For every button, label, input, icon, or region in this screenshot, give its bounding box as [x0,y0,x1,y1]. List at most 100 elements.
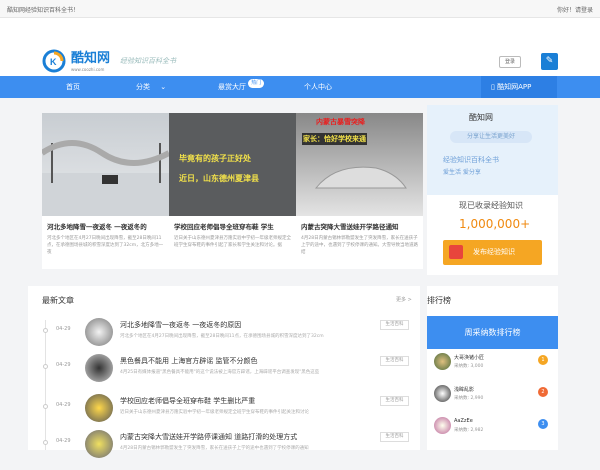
nav-app-button[interactable]: ▯ 酷知网APP [481,76,557,98]
site-info-motto: 爱生活 爱分享 [443,169,481,176]
card-image-caption: 毕竟有的孩子正好处 [179,154,251,163]
login-button[interactable]: 登录 [499,56,521,68]
snowy-car-image [314,166,407,189]
article-date: 04-29 [56,326,71,332]
article-tag[interactable]: 生活百科 [380,320,409,330]
ranking-panel: 排行榜 周采纳数排行榜 大哥涣锗小匠 采纳数: 3,000 1 浅眸乱影 采纳数… [427,286,558,450]
edit-button[interactable]: ✎ [541,53,558,70]
timeline-dot [43,440,48,445]
article-desc: 4月28日内蒙古锡林郭勒盟发生了突发降雪，家长在送孩子上学的途中也遇到了学校停课… [120,446,309,451]
timeline-dot [43,404,48,409]
article-title[interactable]: 河北多地降雪一夜返冬 一夜返冬的原因 [120,320,380,330]
ranking-heading: 排行榜 [427,296,451,305]
site-info-head: 酷知网 分享让生活更美好 经验知识百科全书 爱生活 爱分享 [427,105,558,195]
featured-card[interactable]: 内蒙古暴雪突降 家长：恰好学校来通 内蒙古突降大雪送娃开学路径通知 4月28日内… [296,113,423,269]
user-score: 采纳数: 2,982 [454,428,484,433]
featured-cards: 河北多地降雪一夜返冬 一夜返冬的 河北多个地区在4月27日晚间出现降雪，截至28… [42,113,423,269]
article-title[interactable]: 内蒙古突降大雪送娃开学路停课通知 道路打滑的处理方式 [120,432,380,442]
article-desc: 河北多个地区在4月27日晚间出现降雪，截至28日晚间11点，在承德围场县城的积雪… [120,334,324,339]
article-thumb[interactable] [85,394,113,422]
snowy-road-image [42,140,169,216]
hot-badge: 热门 [248,79,265,88]
top-bar-login-link[interactable]: 你好！请登录 [557,5,593,14]
card-image: 内蒙古暴雪突降 家长：恰好学校来通 [296,113,423,216]
user-name[interactable]: 浅眸乱影 [454,386,474,393]
article-date: 04-29 [56,362,71,368]
nav-category-label: 分类 [136,83,150,91]
main-nav: 首页 分类 ⌄ 悬赏大厅 热门 个人中心 ▯ 酷知网APP [0,76,600,98]
logo-url: www.coozhi.com [71,67,105,72]
logo-name[interactable]: 酷知网 [71,47,110,66]
site-info-title: 酷知网 [469,113,493,122]
publish-label: 发布经验知识 [473,248,515,256]
article-title[interactable]: 学校回应老师倡导全班穿布鞋 学生删比严重 [120,396,380,406]
article-thumb[interactable] [85,354,113,382]
nav-home[interactable]: 首页 [66,76,80,98]
card-image-caption: 近日，山东德州夏津县 [179,174,259,183]
article-tag[interactable]: 生活百科 [380,432,409,442]
logo-icon[interactable]: K [42,49,66,73]
avatar[interactable] [434,385,451,402]
ranking-user[interactable]: AaZzEe 采纳数: 2,982 3 [427,414,558,444]
card-title[interactable]: 内蒙古突降大雪送娃开学路径通知 [296,216,423,231]
timeline-dot [43,328,48,333]
timeline-dot [43,364,48,369]
featured-card[interactable]: 毕竟有的孩子正好处 近日，山东德州夏津县 学校回应老师倡导全班穿布鞋 学生 近日… [169,113,296,269]
medal-icon: 2 [538,387,548,397]
card-image: 毕竟有的孩子正好处 近日，山东德州夏津县 [169,113,296,216]
card-title[interactable]: 河北多地降雪一夜返冬 一夜返冬的 [42,216,169,231]
nav-profile[interactable]: 个人中心 [304,76,332,98]
nav-category[interactable]: 分类 ⌄ [136,76,166,98]
article-item[interactable]: 04-29 黑色餐具不能用 上海官方辟谣 监管不分颜色 4月25日有媒体报道"黑… [28,354,420,394]
article-thumb[interactable] [85,430,113,458]
ranking-user[interactable]: 浅眸乱影 采纳数: 2,990 2 [427,382,558,412]
card-desc: 近日关于山东德州夏津县万隆实验中学初一年级老师规定全班学生穿布鞋的事件引起了家长… [174,236,291,248]
article-tag[interactable]: 生活百科 [380,396,409,406]
nav-reward-hall[interactable]: 悬赏大厅 热门 [218,76,265,98]
medal-icon: 1 [538,355,548,365]
article-desc: 4月25日有媒体报道"黑色餐具不能用"的这个说法被上海官方辟谣，上海辟谣平台调查… [120,370,320,375]
publish-icon [449,245,463,259]
latest-articles: 最新文章 更多 > 04-29 河北多地降雪一夜返冬 一夜返冬的原因 河北多个地… [28,286,420,458]
nav-app-label: 酷知网APP [497,83,532,91]
latest-heading: 最新文章 [42,296,74,305]
site-info-panel: 酷知网 分享让生活更美好 经验知识百科全书 爱生活 爱分享 现已收录经验知识 1… [427,105,558,275]
svg-text:K: K [50,57,57,67]
header-slogan: 经验知识百科全书 [120,57,176,65]
user-score: 采纳数: 2,990 [454,396,484,401]
article-date: 04-29 [56,402,71,408]
phone-icon: ▯ [491,83,495,91]
article-title[interactable]: 黑色餐具不能用 上海官方辟谣 监管不分颜色 [120,356,380,366]
pencil-icon: ✎ [545,56,554,66]
avatar[interactable] [434,353,451,370]
article-item[interactable]: 04-29 河北多地降雪一夜返冬 一夜返冬的原因 河北多个地区在4月27日晚间出… [28,318,420,358]
card-image [42,113,169,216]
user-name[interactable]: AaZzEe [454,418,473,424]
article-item[interactable]: 04-29 学校回应老师倡导全班穿布鞋 学生删比严重 近日关于山东德州夏津县万隆… [28,394,420,434]
user-name[interactable]: 大哥涣锗小匠 [454,354,484,361]
article-item[interactable]: 04-29 内蒙古突降大雪送娃开学路停课通知 道路打滑的处理方式 4月28日内蒙… [28,430,420,470]
nav-reward-label: 悬赏大厅 [218,83,246,91]
collected-count: 1,000,000+ [459,217,531,231]
header: K 酷知网 www.coozhi.com 经验知识百科全书 登录 ✎ [0,18,600,76]
weekly-ranking-banner: 周采纳数排行榜 [427,316,558,349]
article-tag[interactable]: 生活百科 [380,356,409,366]
article-desc: 近日关于山东德州夏津县万隆实验中学初一年级老师规定全班学生穿布鞋的事件引起关注和… [120,410,309,415]
chevron-down-icon: ⌄ [160,83,167,91]
article-thumb[interactable] [85,318,113,346]
featured-card[interactable]: 河北多地降雪一夜返冬 一夜返冬的 河北多个地区在4月27日晚间出现降雪，截至28… [42,113,169,269]
article-date: 04-29 [56,438,71,444]
top-bar-welcome: 酷知网经验知识百科全书！ [7,7,80,14]
card-title[interactable]: 学校回应老师倡导全班穿布鞋 学生 [169,216,296,231]
share-badge: 分享让生活更美好 [450,131,532,143]
site-info-slogan: 经验知识百科全书 [443,156,499,164]
card-desc: 河北多个地区在4月27日晚间出现降雪，截至28日晚间11点，在承德围场县城的积雪… [47,236,164,255]
more-link[interactable]: 更多 > [396,296,412,303]
ranking-user[interactable]: 大哥涣锗小匠 采纳数: 3,000 1 [427,350,558,380]
top-bar: 酷知网经验知识百科全书！ 你好！请登录 [0,0,600,18]
medal-icon: 3 [538,419,548,429]
avatar[interactable] [434,417,451,434]
collected-label: 现已收录经验知识 [459,201,523,210]
publish-button[interactable]: 发布经验知识 [443,240,542,265]
card-desc: 4月28日内蒙古锡林郭勒盟发生了突发降雪，家长在送孩子上学的途中，也遇到了学校停… [301,236,418,255]
